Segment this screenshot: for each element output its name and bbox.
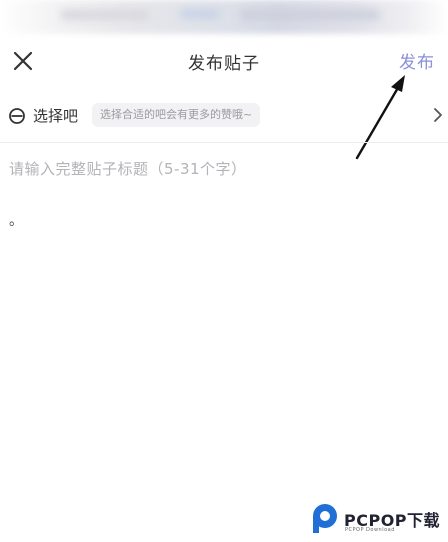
forum-selector-label: 选择吧 — [33, 107, 79, 125]
post-title-input[interactable]: 请输入完整贴子标题（5-31个字） — [9, 158, 247, 179]
post-body-input[interactable]: 。 — [9, 210, 23, 230]
publish-button[interactable]: 发布 — [399, 48, 435, 73]
status-bar-blur — [180, 9, 220, 19]
forum-selector[interactable]: 选择吧 选择合适的吧会有更多的赞哦~ — [0, 96, 448, 136]
divider — [0, 142, 448, 143]
forum-selector-hint: 选择合适的吧会有更多的赞哦~ — [92, 103, 261, 127]
status-bar-blur — [60, 10, 150, 20]
status-bar-blur — [240, 10, 380, 20]
page-title: 发布贴子 — [188, 54, 260, 74]
header: 发布贴子 发布 — [0, 38, 448, 84]
watermark: PCPOP下载 PCPOP Download — [310, 502, 448, 536]
chevron-right-icon — [434, 108, 442, 122]
watermark-sub: PCPOP Download — [345, 527, 395, 533]
pcpop-logo-icon — [313, 504, 337, 533]
forum-circle-icon — [9, 108, 25, 124]
